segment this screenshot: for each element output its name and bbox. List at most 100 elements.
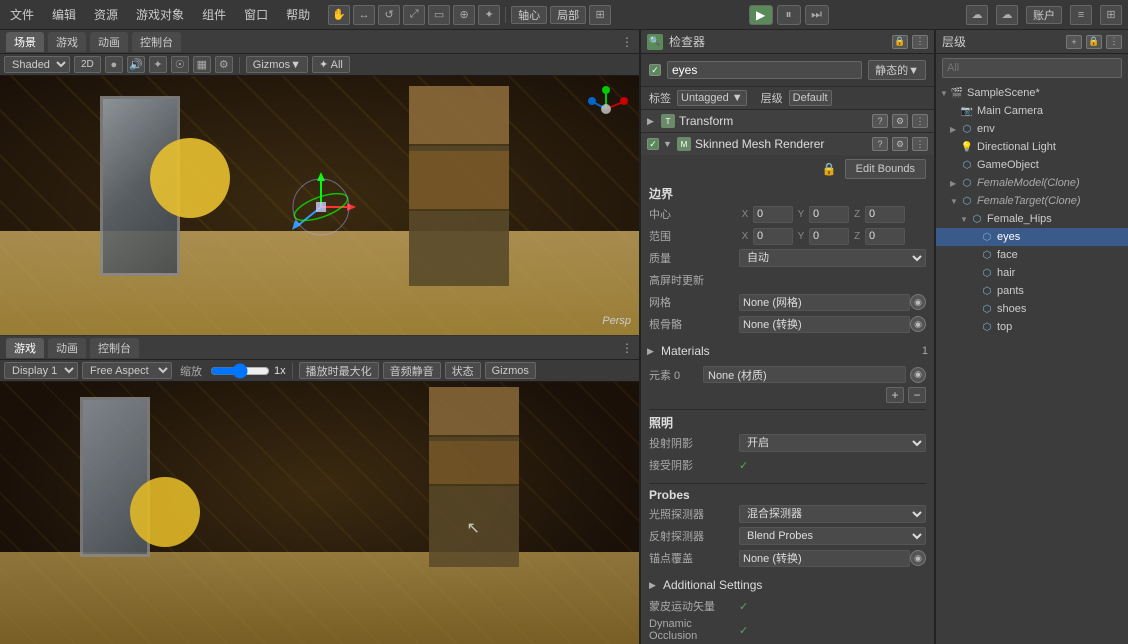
hierarchy-scene-root[interactable]: ▼ 🎬 SampleScene* (936, 84, 1128, 102)
menu-component[interactable]: 组件 (198, 4, 230, 25)
object-name-input[interactable] (667, 61, 862, 79)
extents-y[interactable] (809, 228, 849, 245)
menu-assets[interactable]: 资源 (90, 4, 122, 25)
extents-x[interactable] (753, 228, 793, 245)
hierarchy-env[interactable]: ▶ ⬡ env (936, 120, 1128, 138)
inspector-lock[interactable]: 🔒 (892, 35, 908, 49)
menu-file[interactable]: 文件 (6, 4, 38, 25)
scene-visibility[interactable]: ☉ (171, 56, 189, 73)
hierarchy-pants[interactable]: ⬡ pants (936, 282, 1128, 300)
pause-button[interactable]: ⏸ (777, 5, 801, 25)
hierarchy-directional-light[interactable]: 💡 Directional Light (936, 138, 1128, 156)
center-x[interactable] (753, 206, 793, 223)
stats-toggle[interactable]: 状态 (445, 362, 481, 379)
step-button[interactable]: ⏭ (805, 5, 829, 25)
scene-viewport[interactable]: Persp (0, 76, 639, 335)
quality-dropdown[interactable]: 自动 (739, 249, 926, 267)
mat-picker[interactable]: ◉ (910, 367, 926, 383)
hierarchy-hair[interactable]: ⬡ hair (936, 264, 1128, 282)
custom-tool[interactable]: ✦ (478, 5, 500, 25)
audio-toggle[interactable]: 🔊 (127, 56, 145, 73)
light-probes-dropdown[interactable]: 混合探测器 (739, 505, 926, 523)
anchor-picker[interactable]: ◉ (910, 550, 926, 566)
grid-toggle[interactable]: ▦ (193, 56, 211, 73)
game-gizmos[interactable]: Gizmos (485, 362, 536, 379)
hierarchy-add[interactable]: + (1066, 35, 1082, 49)
menu-help[interactable]: 帮助 (282, 4, 314, 25)
smr-settings[interactable]: ⚙ (892, 137, 908, 151)
menu-edit[interactable]: 编辑 (48, 4, 80, 25)
smr-help[interactable]: ? (872, 137, 888, 151)
transform-settings[interactable]: ⚙ (892, 114, 908, 128)
scene-menu-btn[interactable]: ⋮ (621, 35, 633, 49)
transform-header[interactable]: ▶ T Transform ? ⚙ ⋮ (641, 110, 934, 132)
smr-checkbox[interactable]: ✓ (647, 138, 659, 150)
additional-settings-header[interactable]: ▶ Additional Settings (649, 574, 926, 596)
anchor-value[interactable] (739, 550, 910, 567)
skinned-mesh-header[interactable]: ✓ ▼ M Skinned Mesh Renderer ? ⚙ ⋮ (641, 133, 934, 155)
fx-toggle[interactable]: ✦ (149, 56, 167, 73)
hierarchy-gameobject[interactable]: ⬡ GameObject (936, 156, 1128, 174)
hierarchy-shoes[interactable]: ⬡ shoes (936, 300, 1128, 318)
layout-icon[interactable]: ⊞ (589, 5, 611, 25)
add-material-btn[interactable]: + (886, 387, 904, 403)
hierarchy-female-model[interactable]: ▶ ⬡ FemaleModel(Clone) (936, 174, 1128, 192)
all-filter[interactable]: ✦ All (312, 56, 350, 73)
gizmos-dropdown[interactable]: Gizmos▼ (246, 56, 308, 73)
cloud-icon[interactable]: ☁ (996, 5, 1018, 25)
smr-menu[interactable]: ⋮ (912, 137, 928, 151)
mat-element-value[interactable] (703, 366, 906, 383)
2d-toggle[interactable]: 2D (74, 56, 101, 73)
mesh-value[interactable] (739, 294, 910, 311)
mute-audio[interactable]: 音频静音 (383, 362, 441, 379)
transform-menu[interactable]: ⋮ (912, 114, 928, 128)
reflection-probes-dropdown[interactable]: Blend Probes (739, 527, 926, 545)
local-toggle[interactable]: 局部 (550, 6, 586, 24)
hierarchy-female-target[interactable]: ▼ ⬡ FemaleTarget(Clone) (936, 192, 1128, 210)
remove-material-btn[interactable]: − (908, 387, 926, 403)
extents-z[interactable] (865, 228, 905, 245)
root-bone-value[interactable] (739, 316, 910, 333)
tab-game-main[interactable]: 游戏 (6, 338, 44, 358)
hierarchy-search[interactable] (942, 58, 1122, 78)
hierarchy-top[interactable]: ⬡ top (936, 318, 1128, 336)
game-viewport[interactable]: ↖ (0, 382, 639, 644)
transform-tool[interactable]: ⊕ (453, 5, 475, 25)
collab-icon[interactable]: ☁ (966, 5, 988, 25)
tab-game[interactable]: 游戏 (48, 32, 86, 52)
game-menu-btn[interactable]: ⋮ (621, 341, 633, 355)
tab-cons[interactable]: 控制台 (90, 338, 139, 358)
maximize-on-play[interactable]: 播放时最大化 (299, 362, 379, 379)
hand-tool[interactable]: ✋ (328, 5, 350, 25)
tab-animation[interactable]: 动画 (90, 32, 128, 52)
scale-slider[interactable] (210, 365, 270, 377)
tab-anim[interactable]: 动画 (48, 338, 86, 358)
scale-tool[interactable]: ⤢ (403, 5, 425, 25)
center-y[interactable] (809, 206, 849, 223)
tag-dropdown[interactable]: Untagged ▼ (677, 90, 747, 106)
mesh-picker[interactable]: ◉ (910, 294, 926, 310)
search-scene[interactable]: ⚙ (215, 56, 233, 73)
center-z[interactable] (865, 206, 905, 223)
inspector-menu[interactable]: ⋮ (912, 35, 928, 49)
aspect-dropdown[interactable]: Free Aspect (82, 362, 172, 379)
hierarchy-eyes[interactable]: ⬡ eyes (936, 228, 1128, 246)
hierarchy-main-camera[interactable]: 📷 Main Camera (936, 102, 1128, 120)
rotate-tool[interactable]: ↺ (378, 5, 400, 25)
layout-icon2[interactable]: ⊞ (1100, 5, 1122, 25)
materials-header[interactable]: ▶ Materials 1 (641, 340, 934, 362)
display-dropdown[interactable]: Display 1 (4, 362, 78, 379)
hierarchy-menu[interactable]: ⋮ (1106, 35, 1122, 49)
layers-icon[interactable]: ≡ (1070, 5, 1092, 25)
account-button[interactable]: 账户 (1026, 6, 1062, 24)
hierarchy-lock[interactable]: 🔒 (1086, 35, 1102, 49)
static-dropdown[interactable]: 静态的▼ (868, 60, 926, 80)
tab-console[interactable]: 控制台 (132, 32, 181, 52)
menu-gameobject[interactable]: 游戏对象 (132, 4, 188, 25)
active-checkbox[interactable]: ✓ (649, 64, 661, 76)
play-button[interactable]: ▶ (749, 5, 773, 25)
cast-shadows-dropdown[interactable]: 开启 (739, 434, 926, 452)
hierarchy-female-hips[interactable]: ▼ ⬡ Female_Hips (936, 210, 1128, 228)
shading-dropdown[interactable]: Shaded (4, 56, 70, 73)
root-bone-picker[interactable]: ◉ (910, 316, 926, 332)
